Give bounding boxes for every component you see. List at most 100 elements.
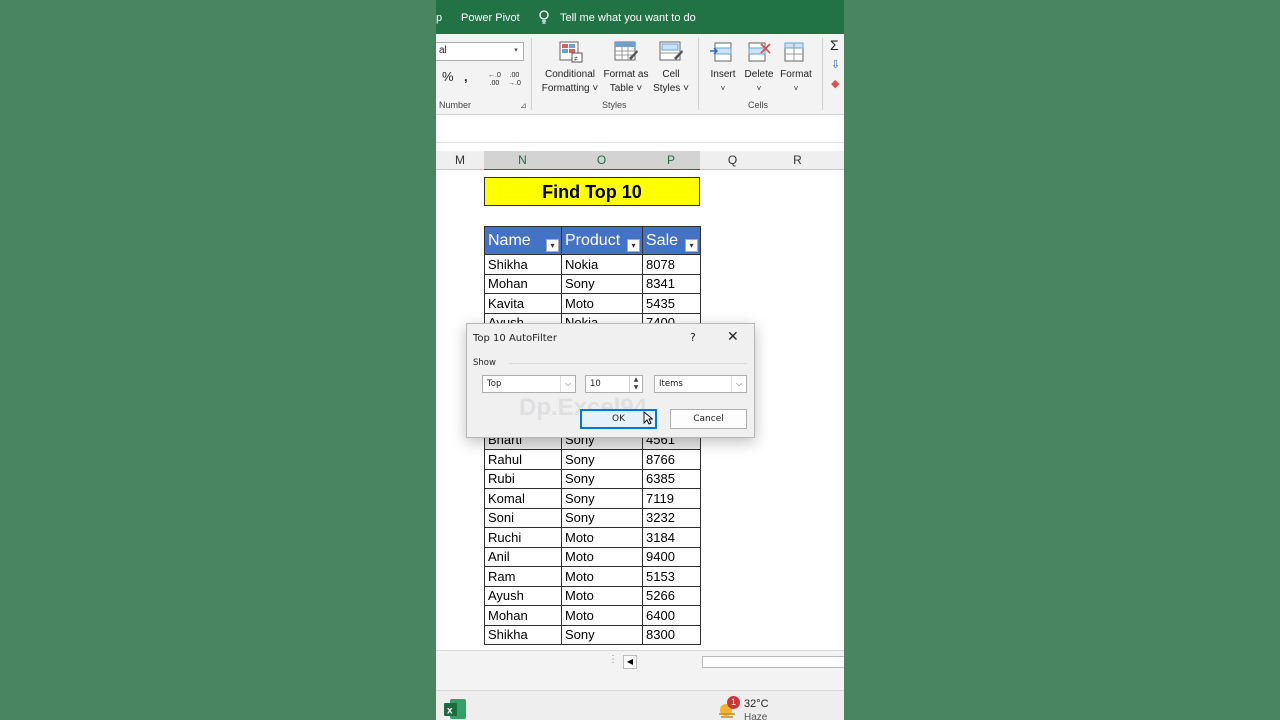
table-row[interactable]: Rahul Sony 8766 bbox=[484, 449, 701, 470]
table-row[interactable]: Ayush Moto 5266 bbox=[484, 585, 701, 606]
cell-name[interactable]: Rahul bbox=[484, 449, 562, 470]
increase-decimal-button[interactable]: ←.0 .00 bbox=[488, 72, 501, 88]
decrease-decimal-button[interactable]: .00 →.0 bbox=[508, 72, 521, 88]
cell-product[interactable]: Moto bbox=[561, 585, 643, 606]
header-product[interactable]: Product ▾ bbox=[561, 226, 643, 255]
column-header-o[interactable]: O bbox=[561, 151, 643, 171]
column-header-s[interactable] bbox=[830, 151, 844, 170]
column-header-r[interactable]: R bbox=[765, 151, 831, 170]
table-header-row: Name ▾ Product ▾ Sale ▾ bbox=[484, 226, 701, 255]
cell-sale[interactable]: 5266 bbox=[642, 585, 701, 606]
column-header-q[interactable]: Q bbox=[700, 151, 766, 170]
table-row[interactable]: Kavita Moto 5435 bbox=[484, 293, 701, 314]
tab-help-partial[interactable]: p bbox=[436, 12, 442, 24]
fill-down-icon[interactable]: ⇩ bbox=[831, 58, 840, 71]
cell-sale[interactable]: 5435 bbox=[642, 293, 701, 314]
close-icon[interactable]: ✕ bbox=[727, 329, 739, 345]
top-bottom-select[interactable]: Top ⌵ bbox=[482, 375, 576, 393]
cell-product[interactable]: Moto bbox=[561, 566, 643, 587]
cell-name[interactable]: Mohan bbox=[484, 273, 562, 294]
clear-eraser-icon[interactable]: ◆ bbox=[831, 77, 839, 90]
header-sale[interactable]: Sale ▾ bbox=[642, 226, 701, 255]
chevron-down-icon: ⌵ bbox=[731, 376, 746, 392]
cell-name[interactable]: Kavita bbox=[484, 293, 562, 314]
cell-sale[interactable]: 3184 bbox=[642, 527, 701, 548]
cell-product[interactable]: Moto bbox=[561, 293, 643, 314]
dialog-title: Top 10 AutoFilter bbox=[473, 333, 557, 344]
filter-dropdown-icon[interactable]: ▾ bbox=[627, 239, 640, 252]
cell-sale[interactable]: 8341 bbox=[642, 273, 701, 294]
cell-sale[interactable]: 8078 bbox=[642, 254, 701, 275]
column-header-m[interactable]: M bbox=[436, 151, 485, 170]
items-percent-select[interactable]: Items ⌵ bbox=[654, 375, 747, 393]
cell-name[interactable]: Komal bbox=[484, 488, 562, 509]
cell-product[interactable]: Sony bbox=[561, 624, 643, 645]
cell-sale[interactable]: 7119 bbox=[642, 488, 701, 509]
chevron-down-icon: ˅ bbox=[793, 84, 799, 93]
format-cells-icon bbox=[784, 42, 804, 62]
cell-product[interactable]: Sony bbox=[561, 449, 643, 470]
header-name-label: Name bbox=[488, 231, 531, 249]
cell-name[interactable]: Shikha bbox=[484, 624, 562, 645]
filter-dropdown-icon[interactable]: ▾ bbox=[546, 239, 559, 252]
cell-product[interactable]: Sony bbox=[561, 468, 643, 489]
formula-bar[interactable] bbox=[436, 118, 844, 143]
table-row[interactable]: Mohan Moto 6400 bbox=[484, 605, 701, 626]
cell-name[interactable]: Ayush bbox=[484, 585, 562, 606]
cell-name[interactable]: Anil bbox=[484, 546, 562, 567]
table-row[interactable]: Mohan Sony 8341 bbox=[484, 273, 701, 294]
cell-name[interactable]: Mohan bbox=[484, 605, 562, 626]
table-row[interactable]: Shikha Nokia 8078 bbox=[484, 254, 701, 275]
dialog-launcher-icon[interactable]: ⊿ bbox=[520, 101, 527, 110]
styles-group-label: Styles bbox=[602, 100, 627, 110]
table-row[interactable]: Ruchi Moto 3184 bbox=[484, 527, 701, 548]
table-row[interactable]: Rubi Sony 6385 bbox=[484, 468, 701, 489]
header-name[interactable]: Name ▾ bbox=[484, 226, 562, 255]
table-row[interactable]: Shikha Sony 8300 bbox=[484, 624, 701, 645]
comma-style-button[interactable]: , bbox=[464, 70, 468, 84]
table-row[interactable]: Ram Moto 5153 bbox=[484, 566, 701, 587]
cell-product[interactable]: Sony bbox=[561, 488, 643, 509]
cell-product[interactable]: Nokia bbox=[561, 254, 643, 275]
scroll-left-icon[interactable]: ◀ bbox=[623, 655, 637, 669]
number-format-dropdown[interactable]: al ▾ bbox=[436, 42, 524, 61]
cell-sale[interactable]: 6385 bbox=[642, 468, 701, 489]
autosum-icon[interactable]: Σ bbox=[830, 37, 839, 53]
help-icon[interactable]: ? bbox=[690, 331, 696, 344]
cell-name[interactable]: Rubi bbox=[484, 468, 562, 489]
cell-sale[interactable]: 9400 bbox=[642, 546, 701, 567]
table-row[interactable]: Anil Moto 9400 bbox=[484, 546, 701, 567]
cell-name[interactable]: Ram bbox=[484, 566, 562, 587]
cell-name[interactable]: Shikha bbox=[484, 254, 562, 275]
column-header-p[interactable]: P bbox=[642, 151, 701, 171]
cell-product[interactable]: Moto bbox=[561, 546, 643, 567]
percent-style-button[interactable]: % bbox=[442, 70, 454, 84]
cell-name[interactable]: Soni bbox=[484, 507, 562, 528]
cancel-button[interactable]: Cancel bbox=[670, 409, 747, 429]
excel-app-icon[interactable]: x bbox=[444, 699, 466, 719]
cell-name[interactable]: Ruchi bbox=[484, 527, 562, 548]
sheet-title-cell[interactable]: Find Top 10 bbox=[484, 177, 700, 206]
table-row[interactable]: Soni Sony 3232 bbox=[484, 507, 701, 528]
delete-label: Delete bbox=[744, 69, 774, 80]
tell-me-search[interactable]: Tell me what you want to do bbox=[560, 12, 696, 24]
filter-dropdown-icon[interactable]: ▾ bbox=[685, 239, 698, 252]
split-handle-icon[interactable]: ⋮ bbox=[608, 654, 618, 665]
tab-power-pivot[interactable]: Power Pivot bbox=[461, 12, 520, 24]
cell-sale[interactable]: 8766 bbox=[642, 449, 701, 470]
cell-sale[interactable]: 3232 bbox=[642, 507, 701, 528]
count-spinner[interactable]: 10 ▲ ▼ bbox=[585, 375, 643, 393]
cell-product[interactable]: Sony bbox=[561, 273, 643, 294]
chevron-down-icon: ˅ bbox=[756, 84, 762, 93]
cell-product[interactable]: Moto bbox=[561, 527, 643, 548]
horizontal-scrollbar[interactable] bbox=[702, 656, 844, 668]
spinner-arrows-icon[interactable]: ▲ ▼ bbox=[629, 376, 642, 392]
cell-product[interactable]: Moto bbox=[561, 605, 643, 626]
table-row[interactable]: Komal Sony 7119 bbox=[484, 488, 701, 509]
column-header-n[interactable]: N bbox=[484, 151, 562, 171]
format-as-table-label: Format as bbox=[603, 69, 649, 80]
cell-product[interactable]: Sony bbox=[561, 507, 643, 528]
cell-sale[interactable]: 8300 bbox=[642, 624, 701, 645]
cell-sale[interactable]: 6400 bbox=[642, 605, 701, 626]
cell-sale[interactable]: 5153 bbox=[642, 566, 701, 587]
